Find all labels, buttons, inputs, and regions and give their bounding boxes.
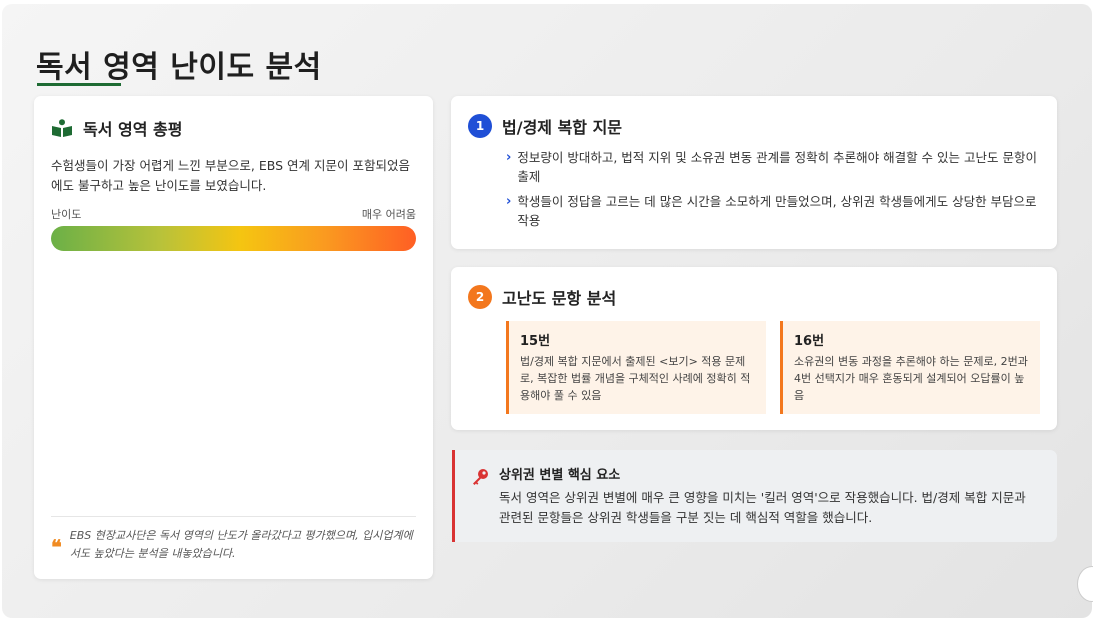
problem-desc: 법/경제 복합 지문에서 출제된 <보기> 적용 문제로, 복잡한 법률 개념을… — [520, 355, 751, 402]
problem-title: 16번 — [794, 334, 825, 349]
section1-heading: 법/경제 복합 지문 — [502, 118, 623, 137]
overview-summary: 수험생들이 가장 어렵게 느낀 부분으로, EBS 연계 지문이 포함되었음에도… — [51, 158, 410, 193]
overview-heading: 독서 영역 총평 — [83, 120, 183, 139]
overview-header: 독서 영역 총평 — [51, 116, 416, 140]
problem-card-15: 15번 법/경제 복합 지문에서 출제된 <보기> 적용 문제로, 복잡한 법률… — [506, 321, 766, 414]
section1-header: 1 법/경제 복합 지문 — [468, 114, 1040, 138]
bullet-text: 학생들이 정답을 고르는 데 많은 시간을 소모하게 만들었으며, 상위권 학생… — [517, 194, 1037, 228]
key-point-box: 상위권 변별 핵심 요소 독서 영역은 상위권 변별에 매우 큰 영향을 미치는… — [452, 450, 1057, 542]
section2-card: 2 고난도 문항 분석 15번 법/경제 복합 지문에서 출제된 <보기> 적용… — [451, 267, 1057, 430]
section2-header: 2 고난도 문항 분석 — [468, 285, 1040, 309]
list-item: › 학생들이 정답을 고르는 데 많은 시간을 소모하게 만들었으며, 상위권 … — [506, 192, 1040, 230]
key-icon — [473, 469, 488, 485]
section1-card: 1 법/경제 복합 지문 › 정보량이 방대하고, 법적 지위 및 소유권 변동… — [451, 96, 1057, 249]
section2-number-badge: 2 — [468, 285, 492, 309]
section2-heading: 고난도 문항 분석 — [502, 289, 617, 308]
overview-card: 독서 영역 총평 수험생들이 가장 어렵게 느낀 부분으로, EBS 연계 지문… — [34, 96, 433, 579]
bullet-text: 정보량이 방대하고, 법적 지위 및 소유권 변동 관계를 정확히 추론해야 해… — [517, 150, 1037, 184]
difficulty-bar — [51, 226, 416, 251]
page-title: 독서 영역 난이도 분석 — [36, 50, 322, 85]
quote-block: ❝ EBS 현장교사단은 독서 영역의 난도가 올라갔다고 평가했으며, 입시업… — [51, 516, 416, 563]
chevron-right-icon: › — [506, 150, 512, 165]
problem-title: 15번 — [520, 334, 551, 349]
book-reader-icon — [52, 119, 72, 137]
problem-list: 15번 법/경제 복합 지문에서 출제된 <보기> 적용 문제로, 복잡한 법률… — [468, 321, 1040, 414]
problem-card-16: 16번 소유권의 변동 과정을 추론해야 하는 문제로, 2번과 4번 선택지가… — [780, 321, 1040, 414]
key-point-content: 상위권 변별 핵심 요소 독서 영역은 상위권 변별에 매우 큰 영향을 미치는… — [499, 464, 1040, 528]
key-point-text: 독서 영역은 상위권 변별에 매우 큰 영향을 미치는 '킬러 영역'으로 작용… — [499, 490, 1026, 525]
key-point-heading: 상위권 변별 핵심 요소 — [499, 468, 621, 483]
title-underline — [37, 83, 121, 86]
difficulty-label-right: 매우 어려움 — [361, 208, 416, 221]
section1-number-badge: 1 — [468, 114, 492, 138]
difficulty-labels: 난이도 매우 어려움 — [51, 206, 416, 222]
quote-icon: ❝ — [51, 535, 62, 559]
chevron-right-icon: › — [506, 194, 512, 209]
quote-text: EBS 현장교사단은 독서 영역의 난도가 올라갔다고 평가했으며, 입시업계에… — [69, 529, 413, 560]
list-item: › 정보량이 방대하고, 법적 지위 및 소유권 변동 관계를 정확히 추론해야… — [506, 148, 1040, 186]
problem-desc: 소유권의 변동 과정을 추론해야 하는 문제로, 2번과 4번 선택지가 매우 … — [794, 355, 1028, 402]
section1-bullets: › 정보량이 방대하고, 법적 지위 및 소유권 변동 관계를 정확히 추론해야… — [468, 148, 1040, 230]
difficulty-label-left: 난이도 — [51, 208, 82, 221]
